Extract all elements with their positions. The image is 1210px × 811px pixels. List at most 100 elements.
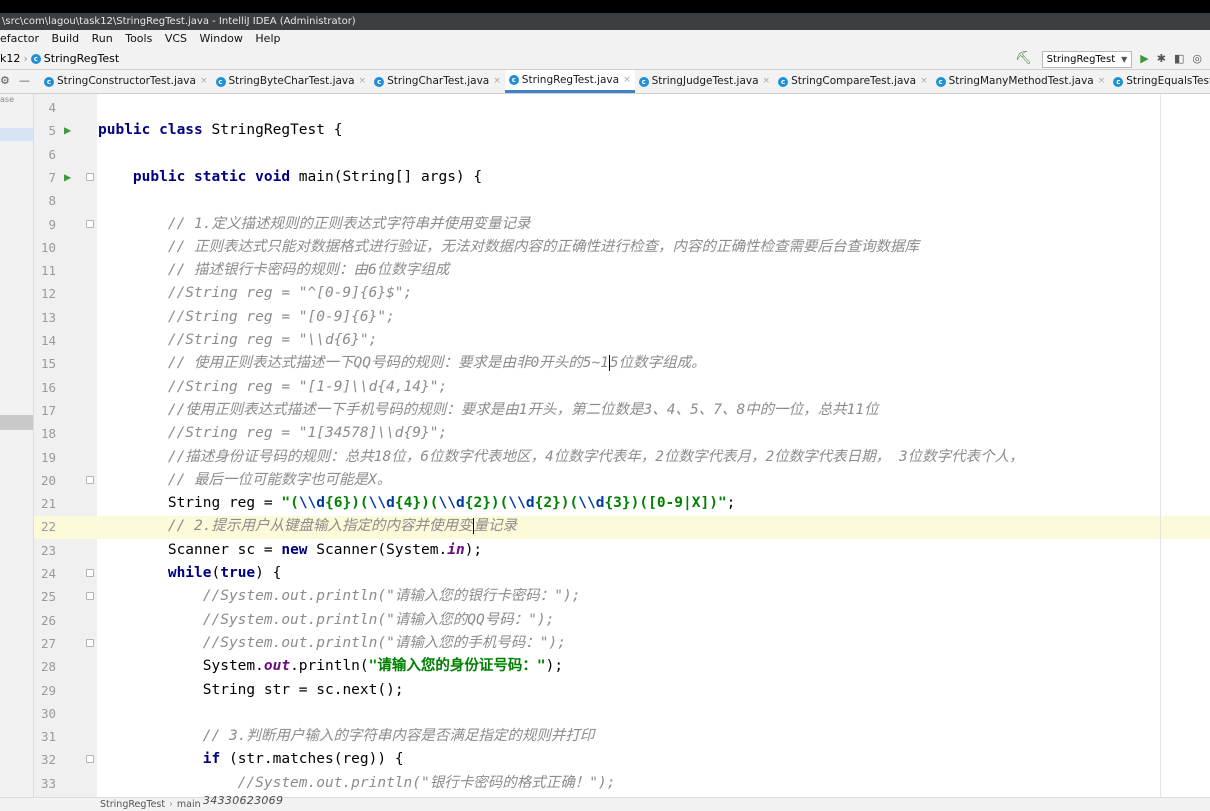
run-configuration-select[interactable]: StringRegTest ▼ xyxy=(1041,50,1133,68)
code-token: {3})([0-9|X])" xyxy=(604,495,727,512)
editor-tab[interactable]: c StringManyMethodTest.java × xyxy=(932,70,1110,93)
editor-tabs: c StringConstructorTest.java × c StringByteC… xyxy=(40,70,1210,93)
editor-tab[interactable]: c StringConstructorTest.java × xyxy=(40,70,212,93)
editor-tab-bar: ⚙ — c StringConstructorTest.java × c StringB… xyxy=(0,70,1210,94)
code-line: 30 xyxy=(0,702,1210,725)
coverage-icon[interactable]: ◧ xyxy=(1174,48,1184,70)
menu-bar: efactor Build Run Tools VCS Window Help xyxy=(0,30,1210,48)
profile-icon[interactable]: ◎ xyxy=(1192,48,1202,70)
line-number: 16 xyxy=(40,379,56,395)
build-hammer-icon[interactable]: ⛏ xyxy=(1015,48,1032,70)
close-tab-icon[interactable]: × xyxy=(359,70,367,93)
line-number: 30 xyxy=(40,705,56,721)
debug-icon[interactable]: ✱ xyxy=(1157,48,1166,70)
editor-tab[interactable]: c StringCompareTest.java × xyxy=(774,70,932,93)
code-line: 15 // 使用正则表达式描述一下QQ号码的规则：要求是由非0开头的5~15位数… xyxy=(0,352,1210,375)
code-token: out xyxy=(263,658,291,675)
editor-breadcrumb-class[interactable]: StringRegTest xyxy=(100,799,165,810)
line-number: 32 xyxy=(40,752,56,768)
fold-marker-icon[interactable] xyxy=(86,638,94,647)
code-token: true xyxy=(220,565,256,581)
fold-marker-icon[interactable] xyxy=(86,569,94,577)
menu-tools[interactable]: Tools xyxy=(125,30,152,48)
code-line: 9 // 1.定义描述规则的正则表达式字符串并使用变量记录 xyxy=(0,213,1210,236)
line-number: 5 xyxy=(48,123,56,139)
code-text: System.out.println("请输入您的身份证号码："); xyxy=(98,655,563,678)
code-token: public class xyxy=(98,122,203,139)
breadcrumb-separator-icon: › xyxy=(23,52,28,65)
java-class-icon: c xyxy=(1113,76,1124,87)
code-line: 20 // 最后一位可能数字也可能是X。 xyxy=(0,469,1210,492)
gear-icon[interactable]: ⚙ xyxy=(0,74,10,87)
fold-marker-icon[interactable] xyxy=(86,755,94,764)
editor-tab[interactable]: c StringRegTest.java × xyxy=(504,70,635,93)
menu-refactor[interactable]: efactor xyxy=(0,30,39,48)
code-text: // 最后一位可能数字也可能是X。 xyxy=(98,471,392,488)
code-token: "请输入您的身份证号码：" xyxy=(368,658,546,675)
fold-marker-icon[interactable] xyxy=(86,592,94,601)
menu-window[interactable]: Window xyxy=(200,30,243,48)
menu-run[interactable]: Run xyxy=(92,30,113,48)
code-text: public class StringRegTest { xyxy=(98,119,342,142)
breadcrumb-class[interactable]: StringRegTest xyxy=(44,52,119,65)
code-text: //使用正则表达式描述一下手机号码的规则：要求是由1开头，第二位数是3、4、5、… xyxy=(98,401,879,418)
code-text: // 描述银行卡密码的规则：由6位数字组成 xyxy=(98,262,450,279)
code-token: ( xyxy=(211,565,221,581)
close-tab-icon[interactable]: × xyxy=(493,70,501,93)
fold-marker-icon[interactable] xyxy=(86,475,94,484)
code-token: \\d xyxy=(508,495,535,512)
code-token: // 2.提示用户从键盘输入指定的内容并使用变 xyxy=(167,518,473,535)
close-tab-icon[interactable]: × xyxy=(623,70,631,90)
class-icon: c xyxy=(30,54,41,64)
screen-top-bar xyxy=(0,0,1210,13)
run-configuration-label: StringRegTest xyxy=(1046,53,1116,65)
editor-tab-label: StringJudgeTest.java xyxy=(651,75,759,87)
line-number: 19 xyxy=(40,449,56,465)
code-text: if (str.matches(reg)) { xyxy=(98,748,404,771)
line-number: 28 xyxy=(40,659,56,675)
fold-marker-icon[interactable] xyxy=(86,219,94,228)
fold-marker-icon[interactable] xyxy=(86,172,94,181)
menu-help[interactable]: Help xyxy=(255,30,280,48)
java-class-icon: c xyxy=(374,76,385,87)
code-token: System. xyxy=(202,658,264,675)
code-token: \\d xyxy=(368,495,395,512)
line-number: 18 xyxy=(40,426,56,442)
code-text: while(true) { xyxy=(98,562,282,585)
line-number: 27 xyxy=(40,635,56,651)
code-text: //System.out.println("请输入您的QQ号码："); xyxy=(98,611,555,628)
code-line: 13 //String reg = "[0-9]{6}"; xyxy=(0,306,1210,329)
close-tab-icon[interactable]: × xyxy=(1098,70,1106,93)
code-text: //描述身份证号码的规则：总共18位，6位数字代表地区，4位数字代表年，2位数字… xyxy=(98,448,1024,465)
run-icon[interactable]: ▶ xyxy=(1140,48,1148,70)
code-line: 12 //String reg = "^[0-9]{6}$"; xyxy=(0,282,1210,305)
gutter-run-icon[interactable]: ▶ xyxy=(64,119,71,142)
line-number: 4 xyxy=(48,100,56,115)
gutter-run-icon[interactable]: ▶ xyxy=(64,166,71,189)
breadcrumb-separator-icon: › xyxy=(169,799,173,810)
code-line: 16 //String reg = "[1-9]\\d{4,14}"; xyxy=(0,376,1210,399)
editor-tab[interactable]: c StringByteCharTest.java × xyxy=(212,70,371,93)
code-line: 32 if (str.matches(reg)) { xyxy=(0,748,1210,771)
code-token: in xyxy=(447,541,465,558)
close-tab-icon[interactable]: × xyxy=(200,70,208,93)
menu-vcs[interactable]: VCS xyxy=(165,30,187,48)
hide-icon[interactable]: — xyxy=(19,74,30,87)
close-tab-icon[interactable]: × xyxy=(920,70,928,93)
code-text: //String reg = "1[34578]\\d{9}"; xyxy=(98,425,448,442)
close-tab-icon[interactable]: × xyxy=(763,70,771,93)
line-number: 26 xyxy=(40,612,56,628)
code-text: // 3.判断用户输入的字符串内容是否满足指定的规则并打印 xyxy=(98,728,595,745)
code-line: 17 //使用正则表达式描述一下手机号码的规则：要求是由1开头，第二位数是3、4… xyxy=(0,399,1210,422)
code-text: //System.out.println("请输入您的手机号码："); xyxy=(98,634,566,651)
breadcrumb-package[interactable]: k12 xyxy=(0,52,20,65)
editor-breadcrumb-method[interactable]: main xyxy=(177,799,201,810)
editor-breadcrumb: StringRegTest › main xyxy=(100,798,201,811)
editor-tab[interactable]: c StringJudgeTest.java × xyxy=(635,70,774,93)
editor-tab[interactable]: c StringCharTest.java × xyxy=(370,70,505,93)
menu-build[interactable]: Build xyxy=(52,30,80,48)
java-class-icon: c xyxy=(215,76,226,87)
code-line: 18 //String reg = "1[34578]\\d{9}"; xyxy=(0,422,1210,445)
editor-tab[interactable]: cStringEqualsTest.java× xyxy=(1109,70,1210,93)
line-number: 20 xyxy=(40,472,56,488)
